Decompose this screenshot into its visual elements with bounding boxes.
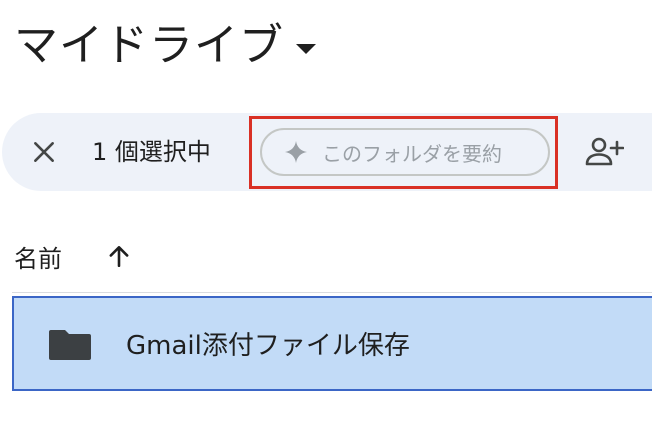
list-header: 名前 xyxy=(14,236,132,276)
selection-toolbar: 1 個選択中 このフォルダを要約 xyxy=(2,113,652,191)
column-name-header[interactable]: 名前 xyxy=(14,239,62,274)
share-button[interactable] xyxy=(580,132,628,172)
clear-selection-button[interactable] xyxy=(24,132,64,172)
sparkle-icon xyxy=(284,140,308,164)
dropdown-caret-icon xyxy=(296,44,316,54)
page-title: マイドライブ xyxy=(14,20,284,71)
add-person-icon xyxy=(585,137,624,166)
sort-ascending-button[interactable] xyxy=(106,243,132,269)
folder-icon xyxy=(48,327,92,361)
drive-page: マイドライブ 1 個選択中 このフォルダを要約 名前 Gmail添付ファイル保存 xyxy=(0,0,652,426)
row-divider xyxy=(12,292,652,293)
file-name: Gmail添付ファイル保存 xyxy=(126,331,410,361)
selection-count: 1 個選択中 xyxy=(92,138,211,166)
close-icon xyxy=(34,142,54,162)
my-drive-title-button[interactable]: マイドライブ xyxy=(14,16,316,76)
summarize-label: このフォルダを要約 xyxy=(322,141,502,166)
arrow-up-icon xyxy=(109,246,129,268)
summarize-folder-button[interactable]: このフォルダを要約 xyxy=(260,128,550,176)
file-row[interactable]: Gmail添付ファイル保存 xyxy=(12,296,652,391)
